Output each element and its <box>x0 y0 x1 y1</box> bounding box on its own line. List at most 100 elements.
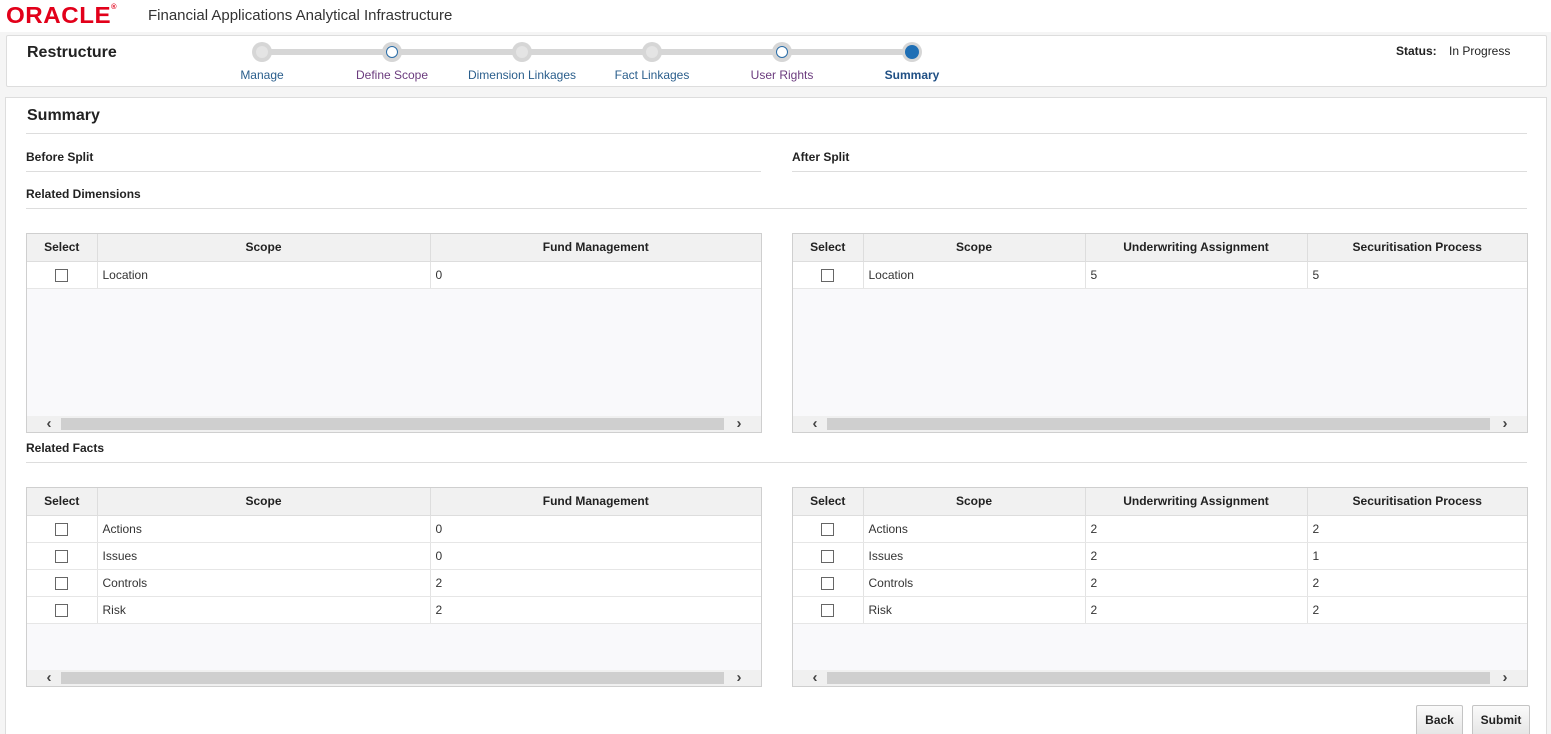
value-cell: 2 <box>1307 569 1527 597</box>
scroll-left-icon[interactable]: ‹ <box>39 416 59 432</box>
table-row[interactable]: Issues 0 <box>27 542 761 570</box>
submit-button[interactable]: Submit <box>1472 705 1530 734</box>
row-select-checkbox[interactable] <box>821 603 835 617</box>
train-stop-dimension-linkages[interactable] <box>512 42 532 62</box>
train-step-label[interactable]: Manage <box>240 68 283 82</box>
oracle-logo-text: ORACLE <box>6 2 112 28</box>
column-header[interactable]: Fund Management <box>430 234 761 262</box>
column-header[interactable]: Fund Management <box>430 488 761 516</box>
column-header[interactable]: Securitisation Process <box>1307 488 1527 516</box>
row-select-checkbox[interactable] <box>55 576 69 590</box>
horizontal-scrollbar[interactable]: ‹ › <box>27 670 761 686</box>
dimensions-before-table: Select Scope Fund Management Location 0 ‹ › <box>26 233 762 433</box>
scope-cell: Controls <box>863 569 1086 597</box>
train-stop-fact-linkages[interactable] <box>642 42 662 62</box>
scope-cell: Actions <box>97 515 431 543</box>
divider <box>792 171 1527 172</box>
column-header[interactable]: Select <box>793 488 864 516</box>
column-header[interactable]: Underwriting Assignment <box>1085 488 1308 516</box>
related-facts-title: Related Facts <box>26 441 105 455</box>
row-select-checkbox[interactable] <box>821 576 835 590</box>
train-step-label[interactable]: Fact Linkages <box>615 68 690 82</box>
section-title: Summary <box>27 107 100 124</box>
scroll-left-icon[interactable]: ‹ <box>805 670 825 686</box>
train-stop-user-rights[interactable] <box>772 42 792 62</box>
row-select-checkbox[interactable] <box>821 268 835 282</box>
scroll-left-icon[interactable]: ‹ <box>805 416 825 432</box>
value-cell: 2 <box>1307 515 1527 543</box>
table-row[interactable]: Issues 2 1 <box>793 542 1527 570</box>
select-cell <box>27 261 98 289</box>
value-cell: 2 <box>1085 596 1308 624</box>
table-row[interactable]: Risk 2 <box>27 596 761 624</box>
scope-cell: Actions <box>863 515 1086 543</box>
column-header[interactable]: Scope <box>97 488 431 516</box>
scroll-right-icon[interactable]: › <box>1495 670 1515 686</box>
table-row[interactable]: Controls 2 2 <box>793 569 1527 597</box>
oracle-logo-mark: ® <box>111 4 117 11</box>
column-header[interactable]: Scope <box>863 488 1086 516</box>
horizontal-scrollbar[interactable]: ‹ › <box>793 416 1527 432</box>
row-select-checkbox[interactable] <box>55 522 69 536</box>
column-header[interactable]: Select <box>793 234 864 262</box>
scroll-right-icon[interactable]: › <box>1495 416 1515 432</box>
table-row[interactable]: Controls 2 <box>27 569 761 597</box>
column-header[interactable]: Scope <box>863 234 1086 262</box>
value-cell: 5 <box>1307 261 1527 289</box>
train-step-label[interactable]: Dimension Linkages <box>468 68 576 82</box>
train-track <box>261 49 913 55</box>
column-header[interactable]: Securitisation Process <box>1307 234 1527 262</box>
scroll-right-icon[interactable]: › <box>729 416 749 432</box>
table-row[interactable]: Risk 2 2 <box>793 596 1527 624</box>
train-step-label[interactable]: Define Scope <box>356 68 428 82</box>
divider <box>26 171 761 172</box>
select-cell <box>27 596 98 624</box>
train-stop-define-scope[interactable] <box>382 42 402 62</box>
row-select-checkbox[interactable] <box>55 603 69 617</box>
related-dimensions-title: Related Dimensions <box>26 187 141 201</box>
train-panel: Restructure Manage Define Scope Dimension … <box>6 35 1547 87</box>
value-cell: 2 <box>1085 569 1308 597</box>
table-row[interactable]: Location 0 <box>27 261 761 289</box>
oracle-logo: ORACLE® <box>6 2 117 29</box>
back-button[interactable]: Back <box>1416 705 1463 734</box>
column-header[interactable]: Select <box>27 234 98 262</box>
facts-before-table: Select Scope Fund Management Actions 0 Issues… <box>26 487 762 687</box>
train-step-label[interactable]: User Rights <box>751 68 814 82</box>
scroll-thumb[interactable] <box>827 672 1490 684</box>
scroll-thumb[interactable] <box>61 672 724 684</box>
horizontal-scrollbar[interactable]: ‹ › <box>27 416 761 432</box>
select-cell <box>27 569 98 597</box>
scroll-left-icon[interactable]: ‹ <box>39 670 59 686</box>
select-cell <box>793 261 864 289</box>
scope-cell: Risk <box>97 596 431 624</box>
horizontal-scrollbar[interactable]: ‹ › <box>793 670 1527 686</box>
column-header[interactable]: Select <box>27 488 98 516</box>
value-cell: 2 <box>430 596 761 624</box>
scroll-thumb[interactable] <box>827 418 1490 430</box>
select-cell <box>27 515 98 543</box>
row-select-checkbox[interactable] <box>821 522 835 536</box>
table-row[interactable]: Location 5 5 <box>793 261 1527 289</box>
scroll-thumb[interactable] <box>61 418 724 430</box>
row-select-checkbox[interactable] <box>55 268 69 282</box>
column-header[interactable]: Underwriting Assignment <box>1085 234 1308 262</box>
scope-cell: Location <box>863 261 1086 289</box>
train-stop-summary[interactable] <box>902 42 922 62</box>
table-row[interactable]: Actions 2 2 <box>793 515 1527 543</box>
table-row[interactable]: Actions 0 <box>27 515 761 543</box>
scope-cell: Issues <box>863 542 1086 570</box>
column-header[interactable]: Scope <box>97 234 431 262</box>
row-select-checkbox[interactable] <box>821 549 835 563</box>
train-step-label[interactable]: Summary <box>885 68 940 82</box>
dimensions-after-table: Select Scope Underwriting Assignment Securi… <box>792 233 1528 433</box>
divider <box>26 462 1527 463</box>
row-select-checkbox[interactable] <box>55 549 69 563</box>
value-cell: 1 <box>1307 542 1527 570</box>
value-cell: 5 <box>1085 261 1308 289</box>
status-label: Status: <box>1396 44 1437 58</box>
train-stop-manage[interactable] <box>252 42 272 62</box>
scope-cell: Location <box>97 261 431 289</box>
select-cell <box>793 569 864 597</box>
scroll-right-icon[interactable]: › <box>729 670 749 686</box>
